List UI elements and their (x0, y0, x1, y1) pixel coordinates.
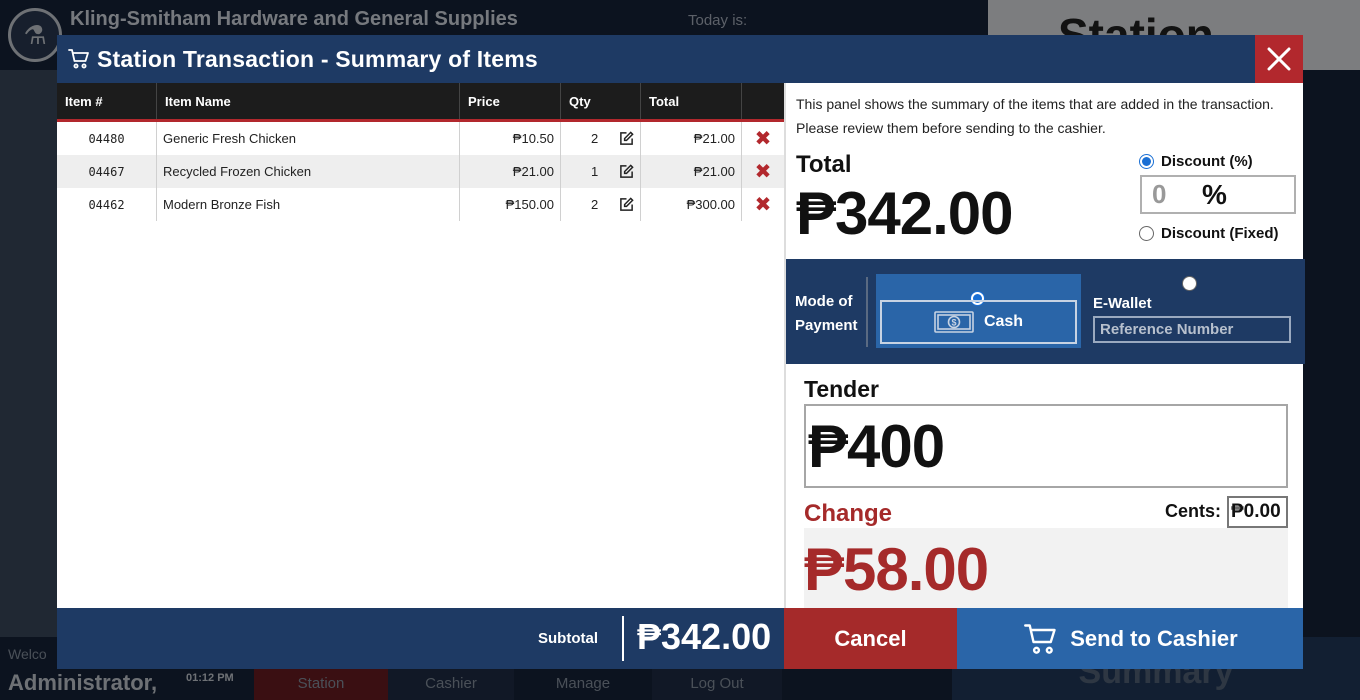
item-name: Recycled Frozen Chicken (157, 155, 460, 188)
cash-icon: $ (934, 311, 974, 333)
item-total: ₱21.00 (641, 122, 742, 155)
tender-label: Tender (804, 376, 879, 402)
summary-panel: This panel shows the summary of the item… (784, 83, 1305, 608)
discount-fixed-radio[interactable] (1139, 226, 1154, 241)
change-value: ₱58.00 (804, 536, 989, 603)
delete-cell: ✖ (742, 155, 784, 188)
cents-label: Cents: (1165, 501, 1222, 521)
qty-cell: 2 (561, 188, 641, 221)
percent-symbol: % (1202, 178, 1227, 210)
total-value: ₱342.00 (796, 180, 1014, 247)
item-qty: 2 (591, 197, 599, 212)
header-item-name: Item Name (157, 83, 460, 119)
ewallet-radio[interactable] (1182, 276, 1197, 291)
station-transaction-modal: Station Transaction - Summary of Items I… (57, 35, 1305, 669)
cents-input[interactable]: ₱0.00 (1227, 496, 1288, 528)
subtotal-label: Subtotal (538, 630, 598, 647)
payment-section: Mode of Payment $ Cash E-Wallet (786, 259, 1305, 364)
send-to-cashier-button[interactable]: Send to Cashier (957, 608, 1303, 669)
panel-info: This panel shows the summary of the item… (796, 96, 1274, 136)
item-number: 04467 (57, 155, 157, 188)
modal-titlebar: Station Transaction - Summary of Items (57, 35, 1303, 83)
subtotal-divider (622, 616, 624, 661)
discount-fixed-label: Discount (Fixed) (1161, 225, 1279, 242)
item-price: ₱150.00 (460, 188, 561, 221)
item-total: ₱300.00 (641, 188, 742, 221)
delete-cell: ✖ (742, 188, 784, 221)
edit-qty-icon[interactable] (619, 164, 634, 179)
discount-value[interactable]: 0 (1142, 179, 1192, 210)
qty-cell: 2 (561, 122, 641, 155)
close-icon (1267, 47, 1291, 71)
header-qty: Qty (561, 83, 641, 119)
delete-item-icon[interactable]: ✖ (755, 129, 772, 149)
item-total: ₱21.00 (641, 155, 742, 188)
reference-number-input[interactable] (1093, 316, 1291, 343)
subtotal-bar: Subtotal ₱342.00 (57, 608, 784, 669)
delete-item-icon[interactable]: ✖ (755, 162, 772, 182)
discount-percent-option[interactable]: Discount (%) (1139, 153, 1253, 170)
cash-label: Cash (983, 313, 1024, 330)
item-name: Modern Bronze Fish (157, 188, 460, 221)
item-price: ₱21.00 (460, 155, 561, 188)
table-row: 04462 Modern Bronze Fish ₱150.00 2 ₱300.… (57, 188, 784, 221)
modal-title: Station Transaction - Summary of Items (97, 45, 538, 72)
item-qty: 1 (591, 164, 599, 179)
cart-icon (1024, 623, 1056, 654)
tender-input[interactable]: ₱400 (804, 404, 1288, 488)
table-row: 04467 Recycled Frozen Chicken ₱21.00 1 ₱… (57, 155, 784, 188)
discount-input[interactable]: 0 % (1140, 175, 1296, 214)
subtotal-value: ₱342.00 (637, 616, 772, 657)
send-label: Send to Cashier (1070, 625, 1238, 651)
delete-item-icon[interactable]: ✖ (755, 195, 772, 215)
table-row: 04480 Generic Fresh Chicken ₱10.50 2 ₱21… (57, 122, 784, 155)
cash-button[interactable]: $ Cash (880, 300, 1077, 344)
discount-fixed-option[interactable]: Discount (Fixed) (1139, 225, 1279, 242)
item-name: Generic Fresh Chicken (157, 122, 460, 155)
total-label: Total (796, 151, 852, 178)
mode-of-payment-label: Mode of Payment (795, 293, 858, 334)
header-total: Total (641, 83, 742, 119)
header-actions (742, 83, 784, 119)
header-item-num: Item # (57, 83, 157, 119)
item-qty: 2 (591, 131, 599, 146)
qty-cell: 1 (561, 155, 641, 188)
edit-qty-icon[interactable] (619, 131, 634, 146)
delete-cell: ✖ (742, 122, 784, 155)
items-table: Item # Item Name Price Qty Total 04480 G… (57, 83, 784, 608)
edit-qty-icon[interactable] (619, 197, 634, 212)
cart-icon (68, 49, 89, 69)
item-number: 04462 (57, 188, 157, 221)
cancel-button[interactable]: Cancel (784, 608, 957, 669)
ewallet-label: E-Wallet (1093, 295, 1152, 312)
header-price: Price (460, 83, 561, 119)
discount-percent-label: Discount (%) (1161, 153, 1253, 170)
cash-option[interactable]: $ Cash (876, 274, 1081, 348)
svg-text:$: $ (951, 318, 956, 328)
item-price: ₱10.50 (460, 122, 561, 155)
close-button[interactable] (1255, 35, 1303, 83)
discount-percent-radio[interactable] (1139, 154, 1154, 169)
change-label: Change (804, 500, 893, 527)
payment-divider (866, 277, 868, 347)
table-header: Item # Item Name Price Qty Total (57, 83, 784, 122)
item-number: 04480 (57, 122, 157, 155)
